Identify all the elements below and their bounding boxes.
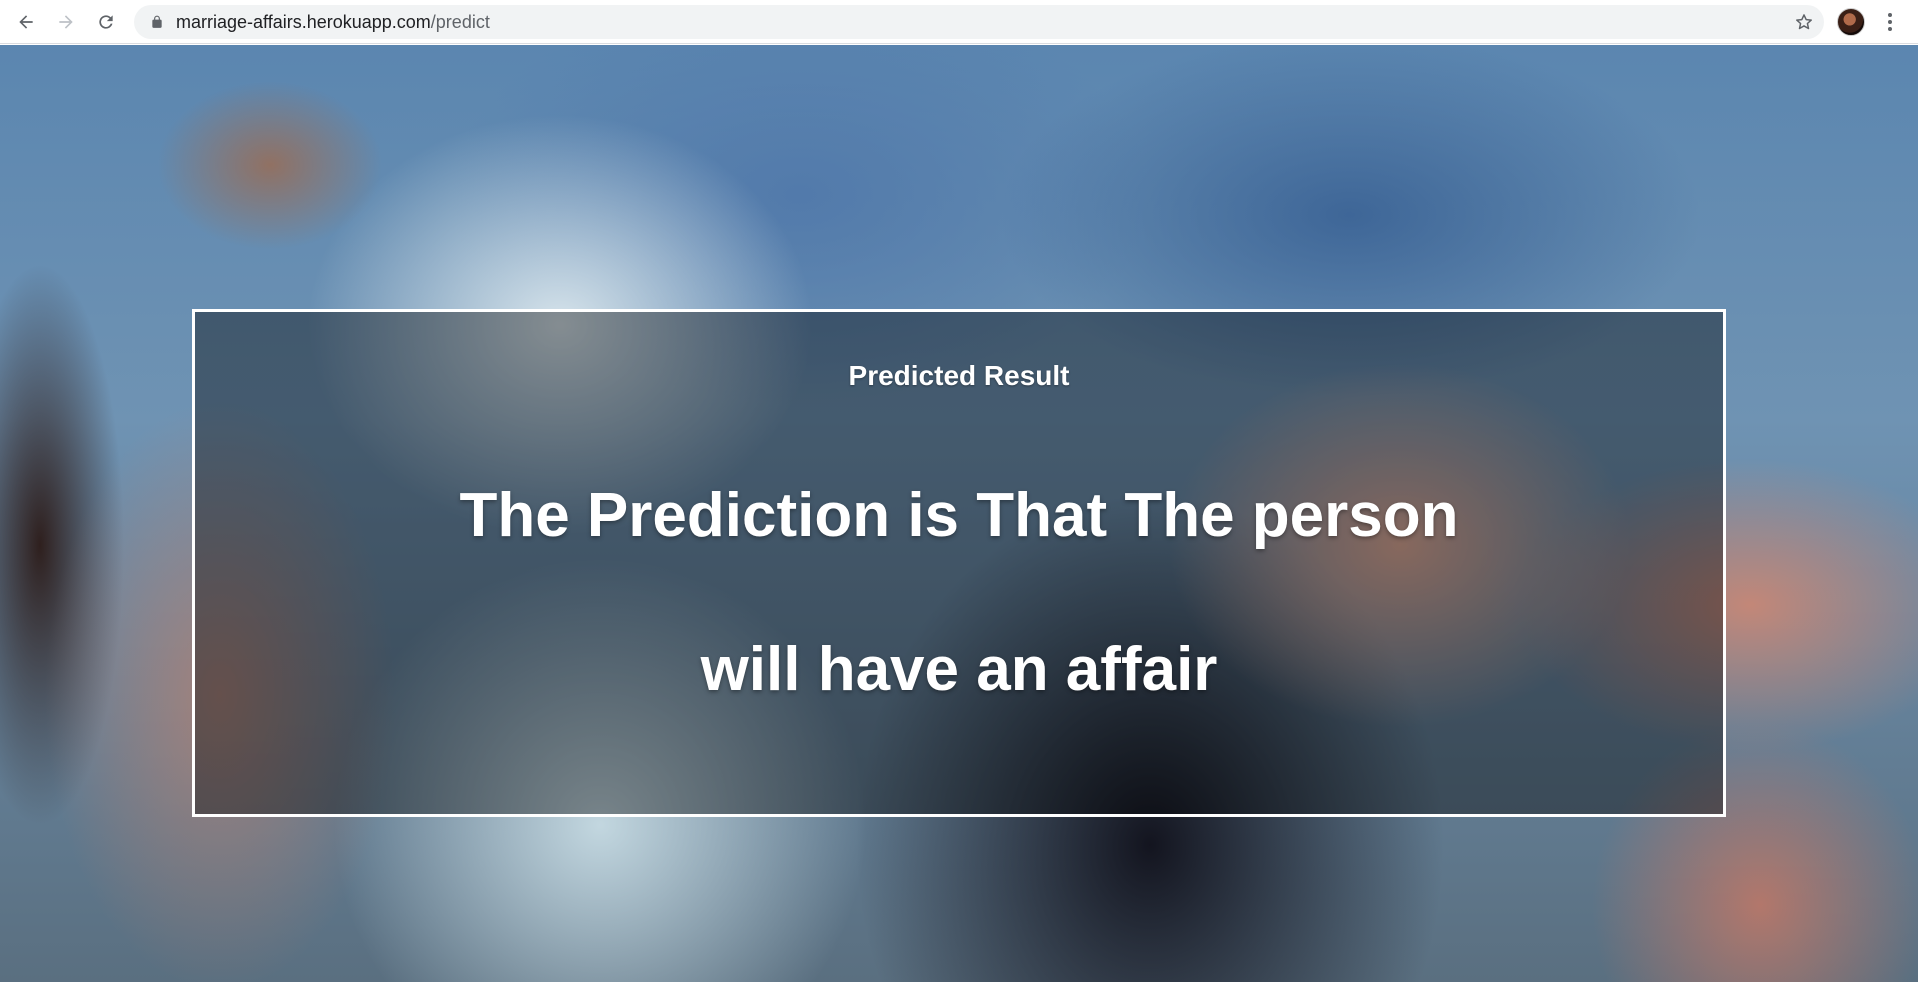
lock-icon[interactable] [150,15,164,29]
arrow-right-icon [59,15,73,29]
address-bar[interactable]: marriage-affairs.herokuapp.com/predict [134,5,1824,39]
page-background: Predicted Result The Prediction is That … [0,45,1918,982]
result-panel: Predicted Result The Prediction is That … [192,309,1726,817]
result-heading: Predicted Result [848,360,1070,391]
back-button[interactable] [10,6,42,38]
url-path: /predict [430,12,490,32]
profile-avatar[interactable] [1837,8,1865,36]
prediction-text-line-1: The Prediction is That The person [459,481,1459,550]
url-host: marriage-affairs.herokuapp.com [176,12,431,32]
url-text[interactable]: marriage-affairs.herokuapp.com/predict [176,5,490,39]
forward-button[interactable] [50,6,82,38]
star-icon[interactable] [1794,12,1814,32]
kebab-menu-icon[interactable] [1878,10,1902,34]
browser-toolbar: marriage-affairs.herokuapp.com/predict [0,0,1918,44]
reload-icon [99,15,113,29]
prediction-text-line-2: will have an affair [700,635,1218,704]
reload-button[interactable] [90,6,122,38]
arrow-left-icon [19,15,33,29]
